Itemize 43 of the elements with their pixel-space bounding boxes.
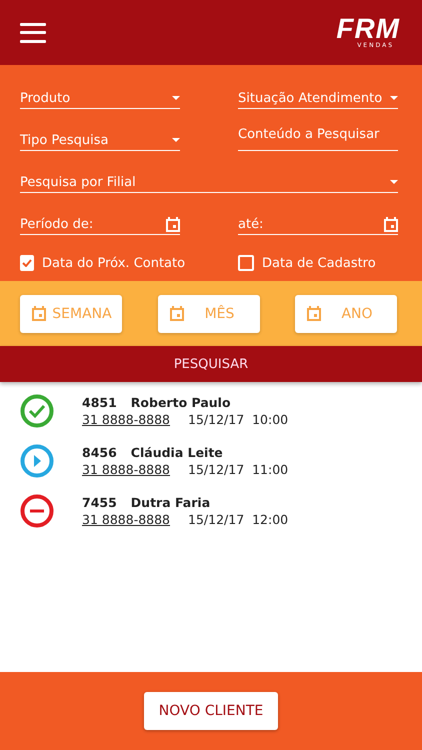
period-button[interactable]: ANO [295, 294, 397, 332]
date-field[interactable]: Período de: [20, 205, 180, 235]
menu-button[interactable] [20, 22, 46, 42]
search-field[interactable]: Conteúdo a Pesquisar [238, 121, 398, 151]
dropdown-field[interactable]: Tipo Pesquisa [20, 121, 180, 151]
calendar-icon [32, 306, 46, 321]
phone-link[interactable]: 31 8888-8888 [82, 412, 170, 427]
contact-code: 4851 [82, 395, 117, 410]
contact-name: Roberto Paulo [130, 395, 231, 410]
checkbox-label[interactable]: Data de Cadastro [262, 256, 376, 270]
contact-code: 7455 [82, 495, 117, 510]
search-button[interactable]: PESQUISAR [0, 346, 422, 382]
minus-circle-icon [20, 494, 54, 528]
calendar-icon [384, 217, 398, 232]
new-client-button[interactable]: NOVO CLIENTE [144, 692, 278, 730]
contact-name: Cláudia Leite [130, 445, 223, 460]
logo-text: FRM [336, 16, 400, 42]
calendar-icon [166, 217, 180, 232]
contact-datetime: 15/12/17 12:00 [188, 512, 288, 527]
dropdown-field[interactable]: Produto [20, 79, 180, 109]
calendar-icon [170, 306, 184, 321]
contact-name: Dutra Faria [130, 495, 210, 510]
caret-icon [172, 96, 180, 101]
contact-code: 8456 [82, 445, 117, 460]
caret-icon [390, 180, 398, 185]
caret-icon [390, 96, 398, 101]
play-circle-icon [20, 444, 54, 478]
phone-link[interactable]: 31 8888-8888 [82, 512, 170, 527]
check-circle-icon [20, 394, 54, 428]
dropdown-field[interactable]: Pesquisa por Filial [20, 163, 398, 193]
date-field[interactable]: até: [238, 205, 398, 235]
checkbox-label[interactable]: Data do Próx. Contato [42, 256, 186, 270]
check-icon [22, 259, 32, 267]
phone-link[interactable]: 31 8888-8888 [82, 462, 170, 477]
checkbox[interactable] [238, 255, 254, 271]
checkbox[interactable] [20, 255, 34, 271]
caret-icon [172, 138, 180, 143]
contact-datetime: 15/12/17 10:00 [188, 412, 288, 427]
calendar-icon [307, 306, 321, 321]
dropdown-field[interactable]: Situação Atendimento [238, 79, 398, 109]
contact-datetime: 15/12/17 11:00 [188, 462, 288, 477]
period-button[interactable]: MÊS [158, 294, 260, 332]
period-button[interactable]: SEMANA [20, 294, 122, 332]
